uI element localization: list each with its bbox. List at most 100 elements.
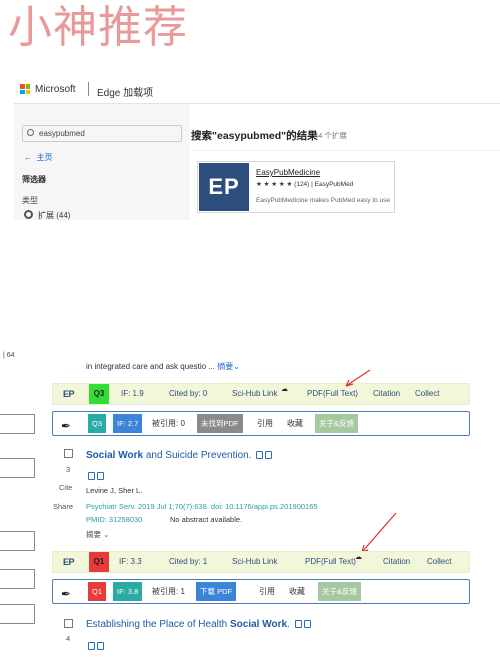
extension-name-link[interactable]: EasyPubMedicine xyxy=(256,168,320,177)
summary-link[interactable]: 摘要⌄ xyxy=(217,362,240,371)
article-number: 3 xyxy=(66,465,71,474)
header-rule xyxy=(14,103,500,104)
bar-b-cite[interactable]: 引用 xyxy=(257,412,273,435)
bar-c-impact: IF: 3.3 xyxy=(119,557,142,566)
bar-d-pdf-download[interactable]: 下载 PDF xyxy=(196,582,237,601)
chevron-down-icon: ⌄ xyxy=(233,362,240,371)
no-abstract-text: No abstract available. xyxy=(170,515,243,524)
bar-b-collect[interactable]: 收藏 xyxy=(287,412,303,435)
article-checkbox[interactable] xyxy=(64,449,73,458)
results-title: 搜索"easypubmed"的结果 xyxy=(191,130,318,142)
bar-b-feedback[interactable]: 关于&反馈 xyxy=(315,414,359,433)
microsoft-brand[interactable]: Microsoft xyxy=(35,84,76,95)
article-checkbox[interactable] xyxy=(64,619,73,628)
home-link[interactable]: ← 主页 xyxy=(24,152,52,163)
copy-icon[interactable] xyxy=(97,641,104,650)
bar-b-cited[interactable]: 被引用: 0 xyxy=(152,412,185,435)
side-box xyxy=(0,458,35,478)
back-arrow-icon: ← xyxy=(24,153,32,162)
bar-c-cited[interactable]: Cited by: 1 xyxy=(169,552,207,572)
watermark-text: 小神推荐 xyxy=(8,2,188,53)
link-cloud-icon: ☁ xyxy=(281,386,288,393)
snippet-text: in integrated care and ask questio ... xyxy=(86,362,215,371)
link-icon[interactable] xyxy=(88,641,95,650)
link-icon[interactable] xyxy=(256,451,264,460)
copy-icon[interactable] xyxy=(265,451,273,460)
side-box xyxy=(0,604,35,624)
bar-b-quartile: Q3 xyxy=(88,414,107,433)
search-icon xyxy=(27,129,34,136)
extension-radio-label: 扩展 (44) xyxy=(38,211,71,220)
easypubmed-bar-a: EP Q3 IF: 1.9 Cited by: 0 Sci-Hub Link ☁… xyxy=(52,383,470,405)
bar-d-feedback[interactable]: 关于&反馈 xyxy=(318,582,362,601)
bar-a-collect[interactable]: Collect xyxy=(415,384,439,404)
annotation-arrow-icon xyxy=(345,369,371,387)
article-title-post: . xyxy=(287,619,290,630)
side-box xyxy=(0,569,35,589)
bar-b-pdf-status[interactable]: 未找到PDF xyxy=(197,414,243,433)
article-number: 4 xyxy=(66,634,71,643)
bar-b-impact: IF: 2.7 xyxy=(113,414,143,433)
bar-d-collect[interactable]: 收藏 xyxy=(289,580,305,603)
bar-c-quartile: Q1 xyxy=(89,552,109,572)
results-divider xyxy=(192,150,500,151)
easypubmed-bar-d: ✒ Q1 IF: 3.8 被引用: 1 下载 PDF 引用 收藏 关于&反馈 xyxy=(52,579,470,604)
left-fragment: | 64 xyxy=(3,352,15,359)
article-title-pre: Establishing the Place of Health xyxy=(86,619,230,630)
bar-a-logo: EP xyxy=(63,389,75,399)
bar-a-scihub-link[interactable]: Sci-Hub Link xyxy=(232,384,277,404)
link-cloud-icon: ☁ xyxy=(355,554,362,561)
microsoft-logo-icon xyxy=(20,84,30,94)
bar-c-scihub-link[interactable]: Sci-Hub Link xyxy=(232,552,277,572)
copy-icon[interactable] xyxy=(97,471,104,480)
bar-d-quartile: Q1 xyxy=(88,582,107,601)
feather-logo-icon: ✒ xyxy=(61,419,72,433)
bar-a-quartile: Q3 xyxy=(89,384,109,404)
article-title-rest: and Suicide Prevention. xyxy=(143,450,252,461)
bar-a-cited[interactable]: Cited by: 0 xyxy=(169,384,207,404)
article-icons xyxy=(86,637,104,655)
article-pmid[interactable]: PMID: 31258030 xyxy=(86,515,142,524)
home-label: 主页 xyxy=(36,153,53,162)
summary-label: 摘要 xyxy=(217,362,234,371)
header-divider xyxy=(88,82,89,96)
bar-d-cite[interactable]: 引用 xyxy=(259,580,275,603)
copy-icon[interactable] xyxy=(303,620,311,629)
bar-a-impact: IF: 1.9 xyxy=(121,389,144,398)
bar-d-impact: IF: 3.8 xyxy=(113,582,143,601)
article-title-bold: Social Work xyxy=(86,450,144,461)
side-box xyxy=(0,414,35,434)
link-icon[interactable] xyxy=(294,620,302,629)
cite-button[interactable]: Cite xyxy=(59,483,72,492)
bar-c-collect[interactable]: Collect xyxy=(427,552,451,572)
extension-radio[interactable] xyxy=(24,210,33,219)
results-count: 44 个扩展 xyxy=(314,131,347,140)
edge-addons-title[interactable]: Edge 加载项 xyxy=(97,84,153,99)
summary-label: 摘要 xyxy=(86,530,101,539)
feather-logo-icon: ✒ xyxy=(61,587,72,601)
article-title-bold: Social Work xyxy=(229,619,288,630)
side-box xyxy=(0,531,35,551)
bar-d-cited[interactable]: 被引用: 1 xyxy=(152,580,185,603)
share-button[interactable]: Share xyxy=(53,502,73,511)
type-heading: 类型 xyxy=(22,196,38,205)
search-input[interactable]: easypubmed xyxy=(22,125,182,142)
bar-c-logo: EP xyxy=(63,557,75,567)
article-icons xyxy=(86,467,104,485)
bar-c-pdf-link[interactable]: PDF(Full Text) xyxy=(305,552,356,572)
article-title-link[interactable]: Social Work and Suicide Prevention. xyxy=(86,450,273,461)
filter-heading: 筛选器 xyxy=(22,175,46,184)
article-title-link[interactable]: Establishing the Place of Health Social … xyxy=(86,619,311,630)
previous-snippet: in integrated care and ask questio ... 摘… xyxy=(86,361,240,372)
easypubmed-logo-icon: EP xyxy=(199,163,249,211)
chevron-down-icon: ⌄ xyxy=(101,530,110,539)
article-authors: Levine J, Sher L. xyxy=(86,486,143,495)
bar-c-citation[interactable]: Citation xyxy=(383,552,410,572)
summary-link[interactable]: 摘要 ⌄ xyxy=(86,529,109,540)
link-icon[interactable] xyxy=(88,471,95,480)
extension-rating: ★ ★ ★ ★ ★ (124) | EasyPubMed xyxy=(256,181,354,188)
easypubmed-bar-c: EP Q1 IF: 3.3 Cited by: 1 Sci-Hub Link P… xyxy=(52,551,470,573)
easypubmed-bar-b: ✒ Q3 IF: 2.7 被引用: 0 未找到PDF 引用 收藏 关于&反馈 xyxy=(52,411,470,436)
extension-description: EasyPubMedicine makes PubMed easy to use xyxy=(256,197,391,204)
article-citation: Psychiatr Serv. 2019 Jul 1;70(7):638. do… xyxy=(86,502,318,511)
